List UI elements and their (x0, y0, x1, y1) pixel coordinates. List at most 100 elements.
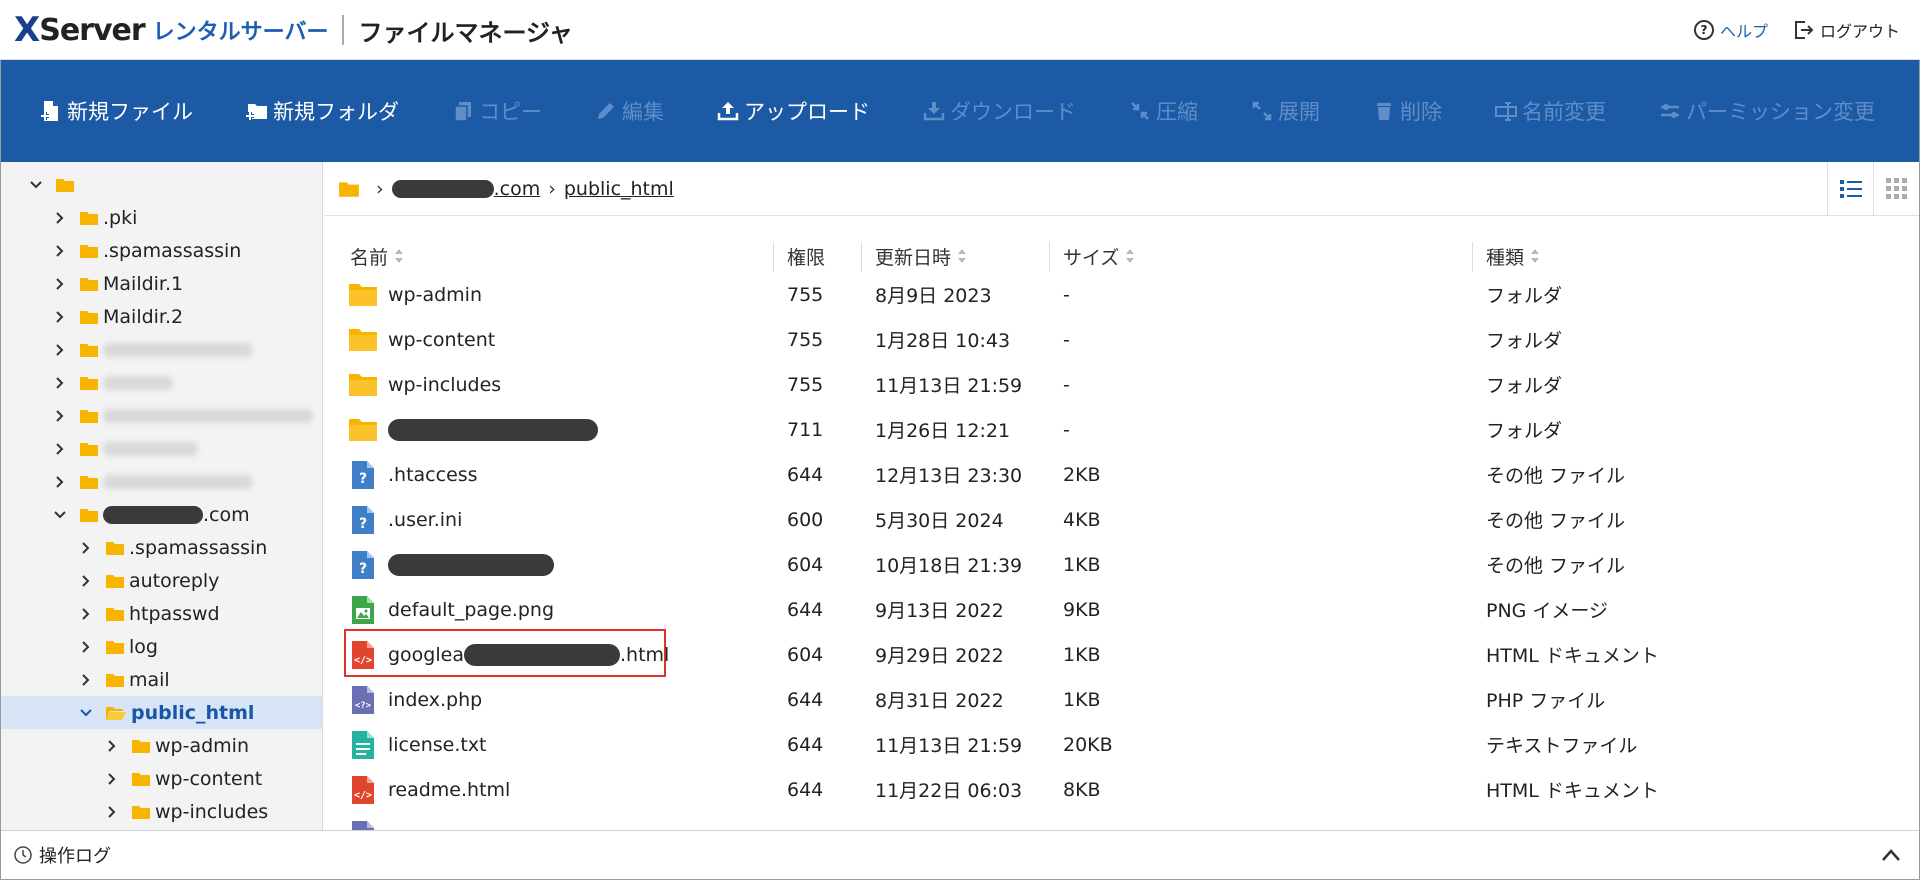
table-row[interactable]: wp-includes 755 11月13日 21:59 - フォルダ (324, 362, 1919, 407)
col-date-header[interactable]: 更新日時 (875, 238, 967, 274)
help-link[interactable]: ? ヘルプ (1693, 18, 1768, 42)
redacted-mask (388, 553, 554, 576)
crumb-current[interactable]: public_html (564, 178, 674, 200)
edit-button[interactable]: 編集 (594, 96, 664, 126)
extract-button[interactable]: 展開 (1250, 96, 1320, 126)
chevron-right-icon (53, 409, 67, 423)
copy-button[interactable]: コピー (451, 96, 542, 126)
chevron-right-icon (53, 244, 67, 258)
folder-icon[interactable] (338, 180, 360, 198)
tree-item-domain[interactable]: .com (1, 498, 322, 531)
new-folder-button[interactable]: 新規フォルダ (245, 96, 399, 126)
tree-item-wp-content[interactable]: wp-content (1, 762, 322, 795)
tree-item-wp-admin[interactable]: wp-admin (1, 729, 322, 762)
tree-item-mail[interactable]: mail (1, 663, 322, 696)
table-row[interactable]: 711 1月26日 12:21 - フォルダ (324, 407, 1919, 452)
sort-icon (1125, 248, 1135, 264)
table-row[interactable]: index.php 644 8月31日 2022 1KB PHP ファイル (324, 677, 1919, 722)
col-size-header[interactable]: サイズ (1063, 238, 1135, 274)
redacted-mask (463, 643, 620, 666)
permission-button[interactable]: パーミッション変更 (1658, 96, 1875, 126)
file-size: 9KB (1063, 598, 1101, 621)
download-icon (923, 102, 945, 121)
trash-icon (1377, 103, 1391, 120)
table-row[interactable]: googlea .html 604 9月29日 2022 1KB HTML ドキュ… (324, 629, 1919, 677)
file-date: 5月30日 2024 (875, 510, 1004, 532)
upload-button[interactable]: アップロード (716, 96, 870, 126)
tree-item-redacted[interactable] (1, 366, 322, 399)
file-date: 11月13日 21:59 (875, 735, 1023, 757)
html-file-icon (348, 775, 378, 805)
compress-label: 圧縮 (1156, 100, 1198, 124)
rename-button[interactable]: 名前変更 (1494, 96, 1606, 126)
copy-label: コピー (479, 100, 542, 124)
table-row[interactable]: .htaccess 644 12月13日 23:30 2KB その他 ファイル (324, 452, 1919, 497)
compress-button[interactable]: 圧縮 (1128, 96, 1198, 126)
tree-item-spamassassin[interactable]: .spamassassin (1, 234, 322, 267)
table-row[interactable]: .user.ini 600 5月30日 2024 4KB その他 ファイル (324, 497, 1919, 542)
tree-item-wp-includes[interactable]: wp-includes (1, 795, 322, 828)
file-date: 8月9日 2023 (875, 285, 992, 307)
file-date: 8月31日 2022 (875, 690, 1004, 712)
file-type: テキストファイル (1486, 735, 1638, 757)
folder-icon (105, 573, 125, 589)
file-perm: 644 (787, 463, 824, 486)
edit-label: 編集 (622, 100, 664, 124)
image-file-icon (348, 595, 378, 625)
col-name-header[interactable]: 名前 (350, 238, 404, 274)
chevron-down-icon (29, 178, 43, 192)
file-date: 11月13日 21:59 (875, 375, 1023, 397)
file-size: - (1063, 283, 1070, 306)
delete-button[interactable]: 削除 (1372, 96, 1442, 126)
file-name: wp-includes (388, 373, 502, 396)
tree-item-log[interactable]: log (1, 630, 322, 663)
tree-item-maildir-1[interactable]: Maildir.1 (1, 267, 322, 300)
table-row[interactable]: license.txt 644 11月13日 21:59 20KB テキストファ… (324, 722, 1919, 767)
logout-link[interactable]: ログアウト (1794, 18, 1900, 42)
table-row[interactable]: wp-admin 755 8月9日 2023 - フォルダ (324, 272, 1919, 317)
file-name: wp-admin (388, 283, 482, 306)
table-row[interactable] (324, 812, 1919, 830)
extract-label: 展開 (1278, 100, 1320, 124)
col-perm-header[interactable]: 権限 (787, 238, 825, 274)
file-date: 1月28日 10:43 (875, 330, 1011, 352)
table-row[interactable]: 604 10月18日 21:39 1KB その他 ファイル (324, 542, 1919, 587)
file-type: フォルダ (1486, 330, 1563, 352)
table-row[interactable]: wp-content 755 1月28日 10:43 - フォルダ (324, 317, 1919, 362)
tree-item-redacted[interactable] (1, 465, 322, 498)
compress-icon (1131, 102, 1149, 120)
tree-item-spamassassin[interactable]: .spamassassin (1, 531, 322, 564)
tree-item-redacted[interactable] (1, 432, 322, 465)
brand-logo[interactable]: X Server レンタルサーバー ファイルマネージャ (14, 10, 573, 50)
tree-item-htpasswd[interactable]: htpasswd (1, 597, 322, 630)
app-title: ファイルマネージャ (358, 18, 573, 47)
tree-item-autoreply[interactable]: autoreply (1, 564, 322, 597)
tree-item-label: Maildir.2 (103, 305, 184, 328)
crumb-domain[interactable]: .com (391, 178, 540, 200)
grid-view-button[interactable] (1873, 162, 1919, 216)
folder-icon (105, 606, 125, 622)
chevron-up-icon[interactable] (1881, 847, 1901, 863)
tree-item-pki[interactable]: .pki (1, 201, 322, 234)
tree-item-redacted[interactable] (1, 333, 322, 366)
new-file-button[interactable]: 新規ファイル (39, 96, 193, 126)
table-row[interactable]: readme.html 644 11月22日 06:03 8KB HTML ドキ… (324, 767, 1919, 812)
tree-root[interactable] (1, 168, 323, 201)
redacted-mask (103, 505, 203, 524)
file-size: 4KB (1063, 508, 1101, 531)
php-file-icon (348, 820, 378, 831)
file-date: 12月13日 23:30 (875, 465, 1023, 487)
chevron-right-icon (79, 640, 93, 654)
tree-item-redacted[interactable] (1, 399, 322, 432)
help-icon: ? (1693, 20, 1714, 40)
tree-item-maildir-2[interactable]: Maildir.2 (1, 300, 322, 333)
tree-item-public-html[interactable]: public_html (1, 696, 322, 729)
table-row[interactable]: default_page.png 644 9月13日 2022 9KB PNG … (324, 587, 1919, 632)
file-size: 2KB (1063, 463, 1101, 486)
list-view-button[interactable] (1827, 162, 1873, 216)
col-type-header[interactable]: 種類 (1486, 238, 1540, 274)
operation-log-bar[interactable]: 操作ログ (1, 830, 1919, 879)
download-button[interactable]: ダウンロード (922, 96, 1076, 126)
file-date: 9月29日 2022 (875, 645, 1004, 667)
text-file-icon (348, 730, 378, 760)
